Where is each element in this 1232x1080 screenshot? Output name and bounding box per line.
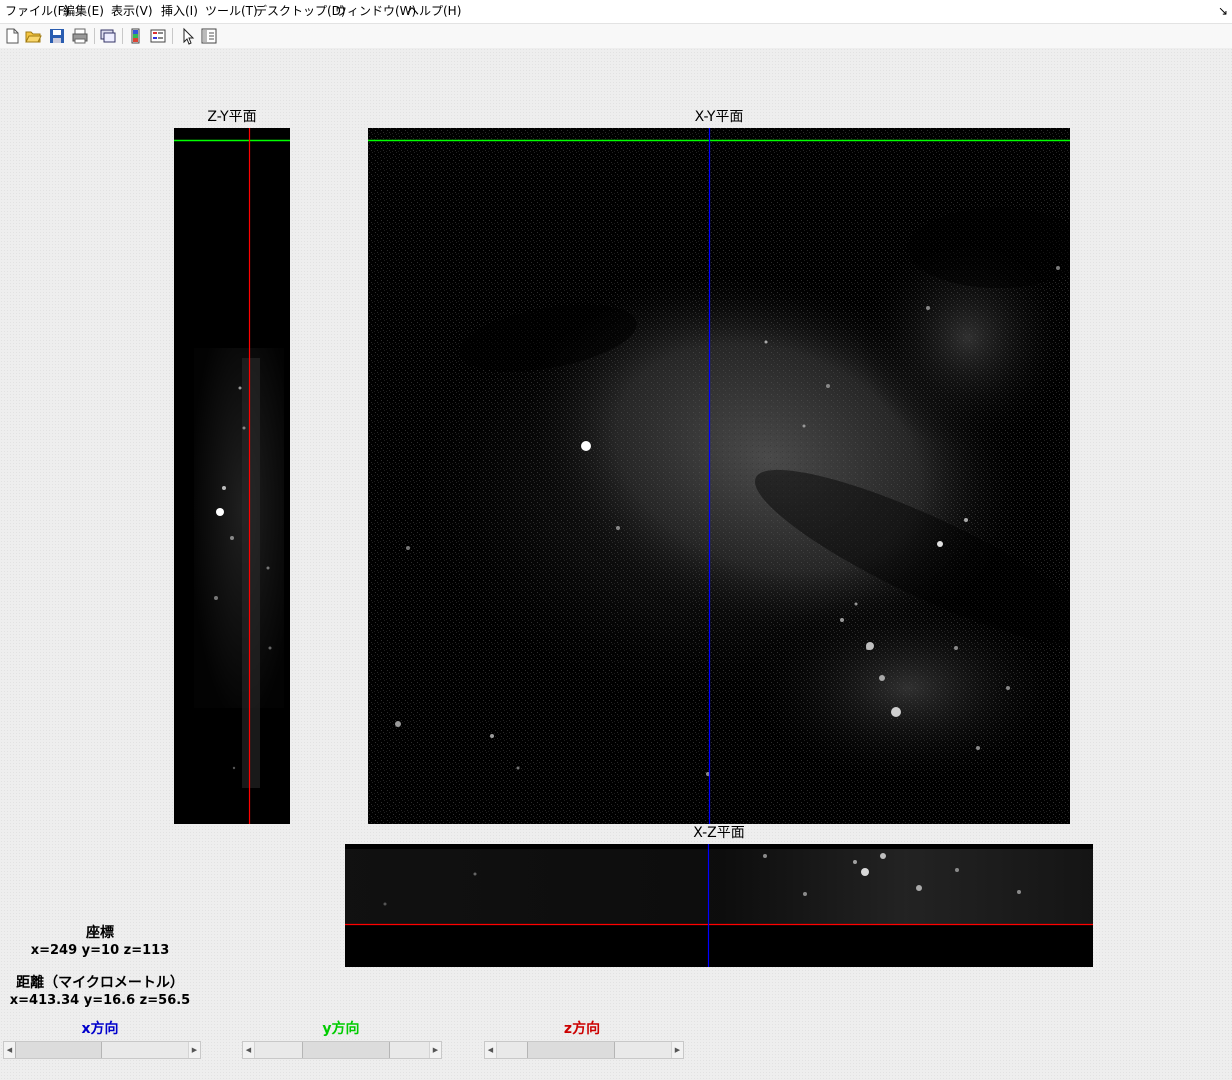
zy-plane-image[interactable]: [174, 128, 290, 824]
new-file-icon[interactable]: [3, 27, 21, 45]
property-inspector-icon[interactable]: [200, 27, 218, 45]
print-icon[interactable]: [71, 27, 89, 45]
z-slider-right-arrow-icon[interactable]: ▶: [671, 1042, 683, 1058]
pointer-icon[interactable]: [179, 27, 197, 45]
x-slider[interactable]: ◀ ▶: [3, 1041, 201, 1059]
menu-bar: ファイル(F) 編集(E) 表示(V) 挿入(I) ツール(T) デスクトップ(…: [0, 0, 1232, 24]
xy-plane-image[interactable]: [368, 128, 1070, 824]
xz-plane-title: X-Z平面: [693, 825, 745, 841]
coordinates-value: x=249 y=10 z=113: [30, 943, 170, 958]
y-slider-thumb[interactable]: [302, 1042, 390, 1058]
xz-plane-svg: [345, 844, 1093, 967]
link-figure-icon[interactable]: [99, 27, 117, 45]
distance-label: 距離（マイクロメートル）: [16, 975, 184, 991]
zy-plane-title: Z-Y平面: [207, 109, 257, 125]
y-slider-label: y方向: [322, 1021, 360, 1037]
z-slider-left-arrow-icon[interactable]: ◀: [485, 1042, 497, 1058]
colorbar-icon[interactable]: [127, 27, 145, 45]
y-slider-left-arrow-icon[interactable]: ◀: [243, 1042, 255, 1058]
menu-view[interactable]: 表示(V): [108, 0, 156, 23]
toolbar-separator: [122, 28, 123, 44]
z-slider[interactable]: ◀ ▶: [484, 1041, 684, 1059]
z-slider-thumb[interactable]: [527, 1042, 615, 1058]
toolbar-separator: [94, 28, 95, 44]
legend-icon[interactable]: [149, 27, 167, 45]
xy-plane-title: X-Y平面: [694, 109, 744, 125]
toolbar: [0, 24, 1232, 49]
y-slider-right-arrow-icon[interactable]: ▶: [429, 1042, 441, 1058]
x-slider-right-arrow-icon[interactable]: ▶: [188, 1042, 200, 1058]
open-folder-icon[interactable]: [24, 27, 42, 45]
distance-value: x=413.34 y=16.6 z=56.5: [9, 993, 191, 1008]
y-slider[interactable]: ◀ ▶: [242, 1041, 442, 1059]
x-slider-label: x方向: [81, 1021, 119, 1037]
zy-plane-svg: [174, 128, 290, 824]
coordinates-label: 座標: [86, 925, 114, 941]
xz-plane-image[interactable]: [345, 844, 1093, 967]
menu-edit[interactable]: 編集(E): [60, 0, 107, 23]
save-icon[interactable]: [48, 27, 66, 45]
toolbar-separator: [172, 28, 173, 44]
x-slider-thumb[interactable]: [15, 1042, 102, 1058]
xy-plane-svg: [368, 128, 1070, 824]
dock-arrow-icon[interactable]: ↘: [1218, 0, 1228, 23]
menu-insert[interactable]: 挿入(I): [158, 0, 201, 23]
menu-help[interactable]: ヘルプ(H): [404, 0, 464, 23]
z-slider-label: z方向: [563, 1021, 601, 1037]
